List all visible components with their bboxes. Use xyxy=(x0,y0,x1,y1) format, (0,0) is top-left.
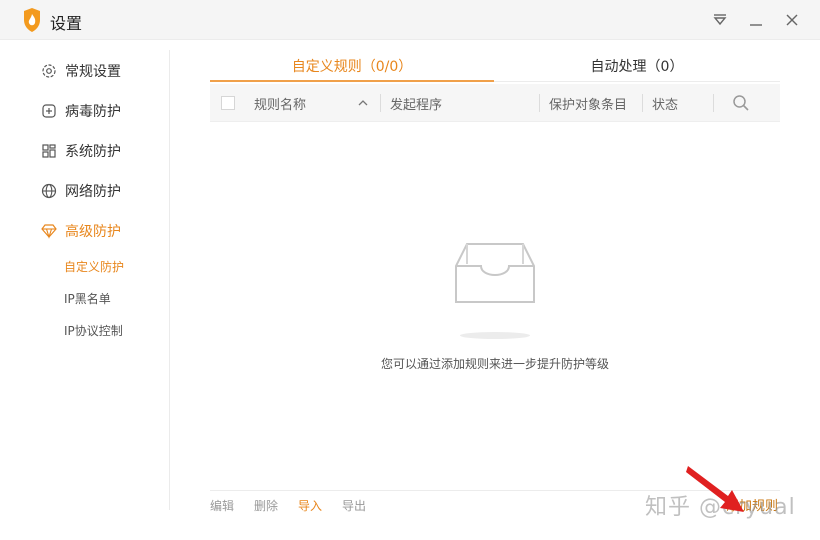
column-header-initiator[interactable]: 发起程序 xyxy=(390,94,442,113)
column-separator xyxy=(380,94,381,112)
sidebar-subitem-ip-protocol[interactable]: IP协议控制 xyxy=(64,322,123,339)
search-icon[interactable] xyxy=(732,94,750,112)
table-header: 规则名称 发起程序 保护对象条目 状态 xyxy=(210,84,780,122)
sidebar-item-label: 常规设置 xyxy=(65,64,121,80)
app-logo-icon xyxy=(24,8,40,32)
sidebar-item-virus[interactable]: 病毒防护 xyxy=(40,99,121,123)
tab-auto-handling[interactable]: 自动处理（0） xyxy=(494,52,780,82)
diamond-icon xyxy=(41,224,57,239)
plus-square-icon xyxy=(42,104,56,118)
sidebar-item-label: 病毒防护 xyxy=(65,104,121,120)
grid-icon xyxy=(42,144,56,158)
red-arrow-icon xyxy=(686,466,744,512)
sidebar-item-label: 网络防护 xyxy=(65,184,121,200)
empty-tray-icon xyxy=(455,243,535,303)
sidebar-subitem-ip-blacklist[interactable]: IP黑名单 xyxy=(64,290,111,307)
dropdown-menu-icon[interactable] xyxy=(708,8,732,32)
globe-icon xyxy=(41,183,57,199)
sidebar-item-system[interactable]: 系统防护 xyxy=(40,139,121,163)
window-title: 设置 xyxy=(50,14,83,33)
edit-button[interactable]: 编辑 xyxy=(210,497,234,514)
export-button[interactable]: 导出 xyxy=(342,497,366,514)
delete-button[interactable]: 删除 xyxy=(254,497,278,514)
settings-window: 设置 常规设置 病毒防护 系统防护 网络防护 高级防护 自定义防护 IP黑名单 … xyxy=(0,0,820,540)
sidebar-item-label: 系统防护 xyxy=(65,144,121,160)
sidebar-item-label: 高级防护 xyxy=(65,224,121,240)
column-header-rule-name[interactable]: 规则名称 xyxy=(254,94,306,113)
column-header-protected-items[interactable]: 保护对象条目 xyxy=(549,94,627,113)
empty-state-shadow xyxy=(460,332,530,339)
import-button[interactable]: 导入 xyxy=(298,497,322,514)
title-bar: 设置 xyxy=(0,0,820,40)
sidebar-item-general[interactable]: 常规设置 xyxy=(40,59,121,83)
sort-up-icon[interactable] xyxy=(357,97,369,109)
tab-custom-rules[interactable]: 自定义规则（0/0） xyxy=(210,52,494,82)
sidebar-item-advanced[interactable]: 高级防护 xyxy=(40,219,121,243)
column-header-status[interactable]: 状态 xyxy=(652,94,678,113)
close-icon[interactable] xyxy=(780,8,804,32)
select-all-checkbox[interactable] xyxy=(221,96,235,110)
sidebar-divider xyxy=(169,50,170,510)
column-separator xyxy=(713,94,714,112)
column-separator xyxy=(539,94,540,112)
gear-icon xyxy=(42,64,56,78)
sidebar-subitem-custom-protection[interactable]: 自定义防护 xyxy=(64,258,124,275)
empty-state-message: 您可以通过添加规则来进一步提升防护等级 xyxy=(380,357,609,371)
sidebar-item-network[interactable]: 网络防护 xyxy=(40,179,121,203)
minimize-icon[interactable] xyxy=(744,8,768,32)
column-separator xyxy=(642,94,643,112)
